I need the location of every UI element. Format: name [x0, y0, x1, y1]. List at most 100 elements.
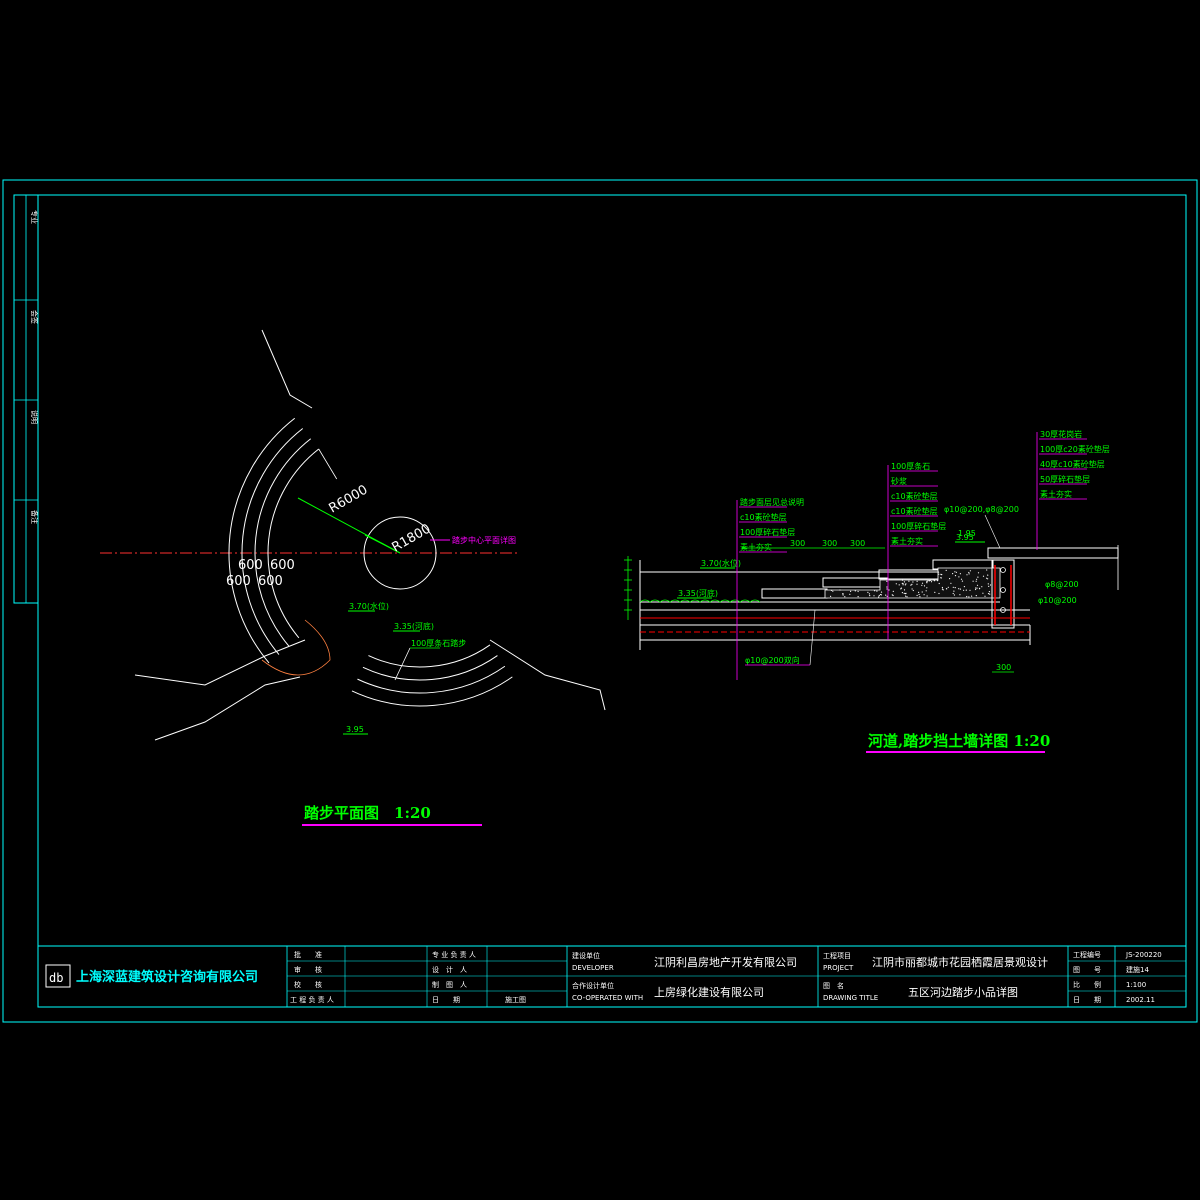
speckle-dot [982, 592, 984, 594]
plan-level-water: 3.70(水位) [349, 601, 389, 611]
speckle-dot [842, 593, 844, 595]
rebar-bottom: φ10@200双向 [745, 655, 800, 665]
step-arc-left [267, 448, 320, 639]
dim-bottom-1: 600 [226, 574, 251, 589]
speckle-dot [976, 587, 978, 589]
speckle-dot [886, 588, 888, 590]
info-label-4: 日 期 [1073, 996, 1101, 1004]
speckle-dot [928, 580, 930, 582]
speckle-dot [923, 585, 926, 587]
speckle-dot [968, 573, 970, 575]
speckle-dot [986, 577, 988, 579]
speckle-dot [954, 587, 956, 589]
speckle-dot [912, 589, 914, 592]
speckle-dot [916, 594, 918, 597]
co-label-cn: 合作设计单位 [572, 981, 614, 990]
speckle-dot [937, 571, 940, 573]
speckle-dot [960, 578, 963, 580]
role-check: 校 核 [294, 980, 322, 989]
speckle-dot [886, 580, 888, 582]
note-line: c10素砼垫层 [891, 506, 938, 516]
speckle-dot [954, 571, 956, 573]
speckle-dot [958, 576, 960, 578]
stage-label: 施工图 [505, 995, 526, 1004]
speckle-dot [905, 583, 907, 585]
speckle-dot [850, 590, 852, 593]
speckle-dot [923, 594, 925, 596]
speckle-dot [857, 590, 859, 593]
note-line: 100厚碎石垫层 [740, 527, 795, 537]
strip-label-1: 专业 [30, 210, 39, 224]
r-inner-label: R1800 [390, 521, 434, 555]
speckle-dot [971, 595, 973, 597]
speckle-dot [911, 583, 913, 586]
drawing-svg: 专业 会签 说明 备注 db 上海深蓝建筑设计咨询有限公司 批 准 审 核 校 … [2, 179, 1198, 1023]
project-value: 江阴市丽都城市花园栖霞居景观设计 [872, 955, 1048, 969]
info-value-3: 1:100 [1126, 981, 1146, 989]
co-label-en: CO-OPERATED WITH [572, 994, 643, 1002]
speckle-dot [901, 579, 904, 581]
speckle-dot [898, 584, 900, 586]
speckle-dot [921, 591, 923, 593]
speckle-dot [977, 572, 980, 574]
speckle-dot [938, 592, 940, 595]
section-level-water: 3.70(水位) [701, 558, 741, 568]
speckle-dot [950, 582, 952, 584]
project-label-en: PROJECT [823, 964, 854, 972]
speckle-dot [888, 589, 890, 591]
speckle-dot [969, 589, 971, 591]
speckle-dot [959, 573, 962, 575]
speckle-dot [839, 589, 841, 591]
role-discipline-lead: 专 业 负 责 人 [432, 950, 476, 959]
cad-drawing-sheet: 专业 会签 说明 备注 db 上海深蓝建筑设计咨询有限公司 批 准 审 核 校 … [0, 0, 1200, 1200]
speckle-dot [902, 584, 904, 586]
speckle-dot [965, 589, 967, 591]
speckle-dot [986, 569, 988, 571]
speckle-dot [857, 596, 859, 598]
speckle-dot [916, 580, 918, 583]
speckle-dot [938, 582, 940, 585]
plan-level-bottom: 3.35(河底) [394, 621, 434, 631]
speckle-dot [873, 595, 875, 597]
title-block: db 上海深蓝建筑设计咨询有限公司 批 准 审 核 校 核 工 程 负 责 人 … [37, 945, 1187, 1008]
rebar-top: φ10@200,φ8@200 [944, 505, 1019, 514]
speckle-dot [963, 589, 965, 591]
speckle-dot [900, 588, 902, 590]
hinge-curve [261, 619, 331, 676]
speckle-dot [952, 592, 954, 595]
speckle-dot [903, 581, 906, 583]
speckle-dot [976, 584, 979, 586]
speckle-dot [955, 571, 958, 573]
speckle-dot [868, 593, 871, 595]
step-arc-left [254, 438, 312, 647]
developer-value: 江阴利昌房地产开发有限公司 [654, 955, 797, 969]
center-note: 踏步中心平面详图 [452, 535, 516, 545]
drawing-title-label-cn: 图 名 [823, 981, 844, 990]
speckle-dot [905, 595, 907, 597]
dim-bottom: 300 [996, 663, 1011, 672]
speckle-dot [963, 586, 966, 588]
speckle-dot [903, 589, 906, 591]
speckle-dot [892, 590, 894, 593]
plan-level-bank: 3.95 [346, 725, 364, 734]
speckle-dot [930, 579, 932, 582]
dim-top-2: 600 [270, 558, 295, 573]
speckle-dot [916, 583, 918, 585]
speckle-dot [989, 584, 992, 586]
section-title: 河道,踏步挡土墙详图 1:20 [868, 732, 1050, 750]
rebar-right-1: φ8@200 [1045, 580, 1079, 589]
speckle-dot [844, 596, 846, 598]
speckle-dot [987, 583, 989, 585]
speckle-dot [988, 591, 991, 593]
speckle-dot [906, 596, 908, 598]
note-line: 踏步面层见总说明 [740, 497, 804, 507]
speckle-dot [953, 594, 956, 596]
note-line: 100厚碎石垫层 [891, 521, 946, 531]
project-label-cn: 工程项目 [823, 951, 851, 960]
dim-bottom-2: 600 [258, 574, 283, 589]
speckle-dot [959, 594, 961, 596]
strip-label-4: 备注 [30, 510, 39, 524]
speckle-dot [975, 595, 977, 597]
info-label-2: 图 号 [1073, 966, 1101, 974]
speckle-dot [880, 591, 883, 593]
